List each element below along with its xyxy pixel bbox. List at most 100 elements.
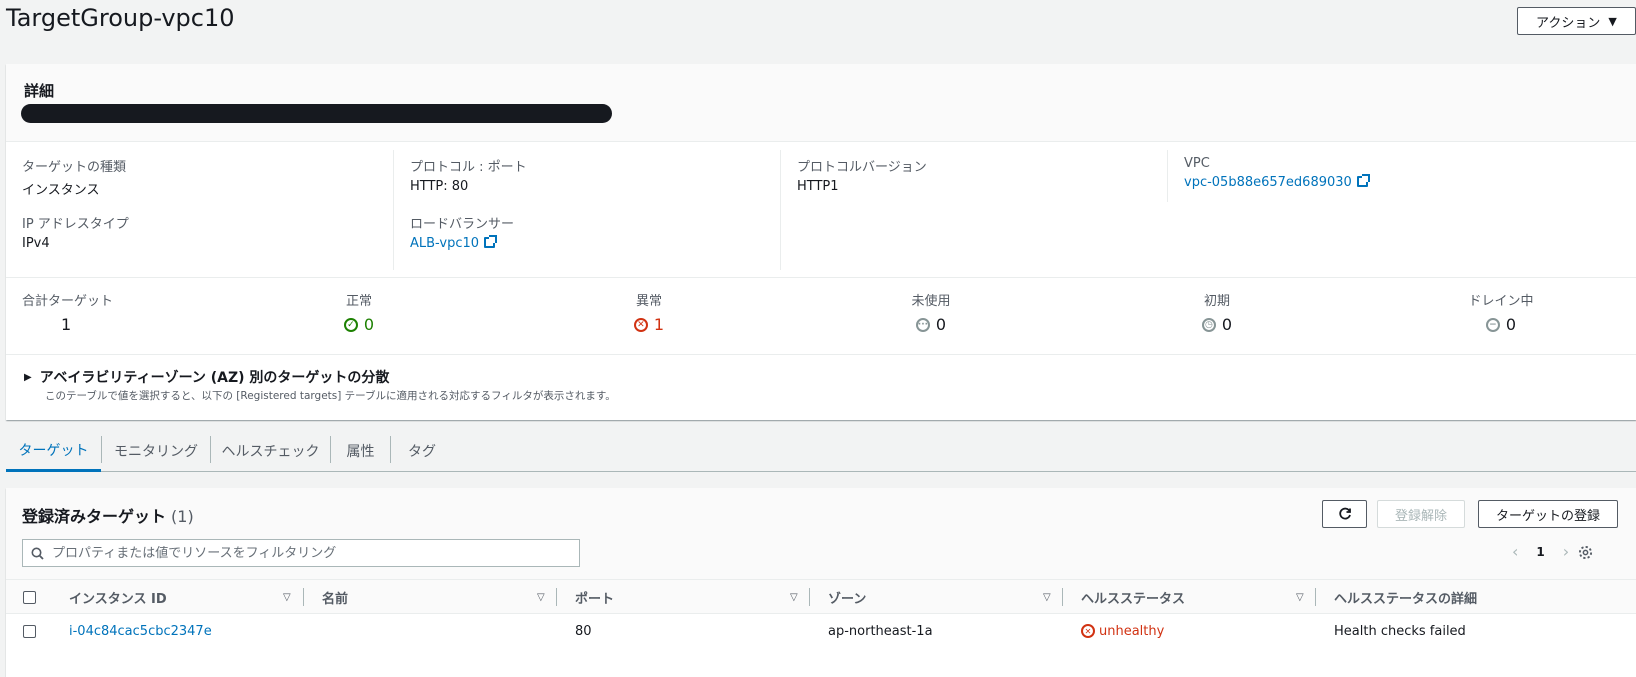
protocol-version-label: プロトコルバージョン (797, 160, 927, 175)
filter-search-box (22, 539, 580, 567)
protocol-port-label: プロトコル : ポート (410, 160, 527, 175)
clock-icon: ◷ (1201, 317, 1216, 332)
target-stats: 合計ターゲット 1 正常 ✓ 0 異常 ✕ 1 未使用 ··· 0 初期 ◷ 0… (6, 278, 1636, 355)
deregister-button[interactable]: 登録解除 (1377, 500, 1465, 528)
search-icon (31, 547, 44, 560)
stat-healthy-count: 0 (363, 315, 375, 334)
column-divider (1315, 588, 1316, 606)
stat-initial-count: 0 (1221, 315, 1233, 334)
tab-attributes[interactable]: 属性 (331, 430, 390, 472)
registered-targets-title: 登録済みターゲット (22, 507, 167, 526)
stat-draining: ドレイン中 − 0 (1456, 290, 1546, 334)
stat-total: 合計ターゲット 1 (22, 290, 113, 334)
col-health-detail[interactable]: ヘルスステータスの詳細 (1334, 580, 1477, 614)
protocol-version-value: HTTP1 (797, 179, 839, 194)
stat-unhealthy-label: 異常 (635, 294, 662, 309)
sort-icon[interactable]: ▽ (1043, 592, 1051, 603)
protocol-version-item: プロトコルバージョン HTTP1 (797, 156, 1157, 194)
settings-gear-icon[interactable] (1578, 545, 1593, 564)
details-header: 詳細 (6, 64, 1636, 142)
vpc-item: VPC vpc-05b88e657ed689030 (1184, 156, 1544, 190)
actions-label: アクション (1536, 15, 1601, 31)
pagination: ‹ 1 › (1512, 542, 1569, 561)
registered-targets-panel: 登録済みターゲット(1) 登録解除 ターゲットの登録 ‹ 1 › インスタンス … (6, 488, 1636, 677)
sort-icon[interactable]: ▽ (283, 592, 291, 603)
details-heading: 詳細 (24, 82, 55, 100)
sort-icon[interactable]: ▽ (1296, 592, 1304, 603)
load-balancer-value-wrap: ALB-vpc10 (410, 235, 770, 251)
col-health-status[interactable]: ヘルスステータス (1081, 580, 1185, 614)
details-col-3: プロトコルバージョン HTTP1 (780, 150, 1167, 270)
sort-icon[interactable]: ▽ (537, 592, 545, 603)
col-name[interactable]: 名前 (322, 580, 348, 614)
tab-bar: ターゲット モニタリング ヘルスチェック 属性 タグ (6, 430, 1636, 472)
stat-unused-value[interactable]: ··· 0 (891, 315, 971, 334)
select-all-checkbox-cell (23, 580, 36, 614)
vpc-link[interactable]: vpc-05b88e657ed689030 (1184, 175, 1352, 190)
target-type-item: ターゲットの種類 インスタンス (22, 156, 382, 198)
az-distribution-section: ▶ アベイラビリティーゾーン (AZ) 別のターゲットの分散 このテーブルで値を… (6, 355, 1636, 420)
external-link-icon (484, 235, 498, 248)
stat-unhealthy-value[interactable]: ✕ 1 (609, 315, 689, 334)
row-checkbox-cell (23, 614, 36, 648)
details-grid: ターゲットの種類 インスタンス IP アドレスタイプ IPv4 プロトコル : … (6, 142, 1636, 278)
col-instance-id[interactable]: インスタンス ID (69, 580, 167, 614)
load-balancer-item: ロードバランサー ALB-vpc10 (410, 213, 770, 251)
x-circle-icon: ✕ (633, 317, 648, 332)
stat-unused-count: 0 (935, 315, 947, 334)
stat-initial: 初期 ◷ 0 (1177, 290, 1257, 334)
register-targets-button[interactable]: ターゲットの登録 (1478, 500, 1618, 528)
stat-draining-value[interactable]: − 0 (1456, 315, 1546, 334)
target-type-label: ターゲットの種類 (22, 160, 127, 175)
az-title: アベイラビリティーゾーン (AZ) 別のターゲットの分散 (39, 370, 390, 386)
refresh-button[interactable] (1322, 500, 1367, 528)
tab-health-check[interactable]: ヘルスチェック (211, 430, 330, 472)
column-divider (1062, 588, 1063, 606)
vpc-label: VPC (1184, 156, 1210, 171)
caret-right-icon: ▶ (24, 371, 32, 383)
registered-targets-count: (1) (171, 507, 194, 526)
load-balancer-label: ロードバランサー (410, 217, 515, 232)
stat-unused: 未使用 ··· 0 (891, 290, 971, 334)
stat-unused-label: 未使用 (911, 294, 951, 309)
actions-button[interactable]: アクション ▼ (1517, 7, 1636, 35)
vpc-value-wrap: vpc-05b88e657ed689030 (1184, 174, 1544, 190)
ip-type-item: IP アドレスタイプ IPv4 (22, 213, 382, 251)
stat-total-value: 1 (61, 315, 72, 334)
next-page-icon[interactable]: › (1563, 542, 1569, 561)
stat-initial-label: 初期 (1203, 294, 1230, 309)
health-status-cell: ✕ unhealthy (1081, 614, 1164, 648)
select-all-checkbox[interactable] (23, 590, 36, 604)
registered-targets-header: 登録済みターゲット(1) 登録解除 ターゲットの登録 ‹ 1 › (6, 488, 1636, 580)
column-divider (556, 588, 557, 606)
prev-page-icon[interactable]: ‹ (1512, 542, 1518, 561)
sort-icon[interactable]: ▽ (790, 592, 798, 603)
zone-cell: ap-northeast-1a (828, 623, 933, 639)
refresh-icon (1338, 507, 1351, 520)
stat-healthy-value[interactable]: ✓ 0 (319, 315, 399, 334)
registered-targets-title-wrap: 登録済みターゲット (1) (22, 503, 194, 527)
instance-id-link[interactable]: i-04c84cac5cbc2347e (69, 624, 212, 639)
stat-initial-value[interactable]: ◷ 0 (1177, 315, 1257, 334)
tab-tags[interactable]: タグ (391, 430, 453, 472)
x-circle-icon: ✕ (1081, 624, 1095, 638)
filter-input[interactable] (52, 545, 552, 561)
col-zone[interactable]: ゾーン (828, 580, 866, 614)
page-title: TargetGroup-vpc10 (6, 4, 235, 32)
col-port[interactable]: ポート (575, 580, 614, 614)
check-circle-icon: ✓ (343, 317, 358, 332)
current-page[interactable]: 1 (1536, 545, 1544, 559)
load-balancer-link[interactable]: ALB-vpc10 (410, 236, 479, 251)
row-checkbox[interactable] (23, 624, 36, 638)
column-divider (809, 588, 810, 606)
column-divider (303, 588, 304, 606)
external-link-icon (1356, 174, 1370, 187)
az-description: このテーブルで値を選択すると、以下の [Registered targets] … (45, 390, 616, 402)
az-expand-toggle[interactable]: ▶ アベイラビリティーゾーン (AZ) 別のターゲットの分散 (24, 367, 389, 387)
tab-monitoring[interactable]: モニタリング (102, 430, 210, 472)
health-detail-cell: Health checks failed (1334, 623, 1466, 639)
protocol-port-value: HTTP: 80 (410, 179, 469, 194)
tab-targets[interactable]: ターゲット (6, 430, 101, 472)
details-panel: 詳細 ターゲットの種類 インスタンス IP アドレスタイプ IPv4 プロトコル… (6, 64, 1636, 420)
table-row[interactable]: i-04c84cac5cbc2347e 80 ap-northeast-1a ✕… (6, 614, 1636, 648)
